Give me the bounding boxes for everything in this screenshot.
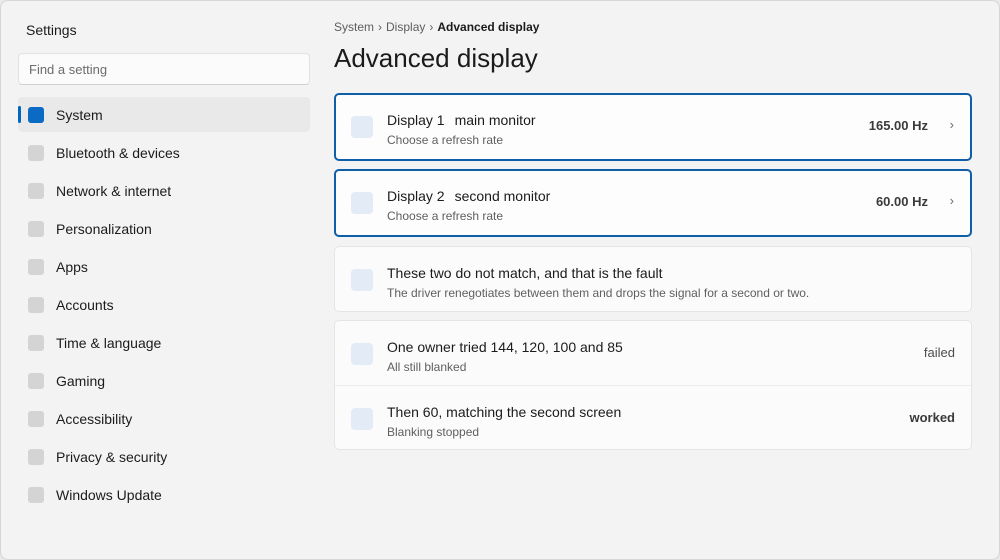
display-tag: main monitor bbox=[454, 112, 536, 128]
breadcrumb-system[interactable]: System bbox=[334, 20, 374, 34]
attempt-subtitle: All still blanked bbox=[387, 360, 467, 374]
sidebar-item-label: Time & language bbox=[56, 334, 162, 351]
display-2-card[interactable]: Display 2 second monitor Choose a refresh… bbox=[334, 169, 972, 237]
privacy-icon bbox=[28, 448, 44, 465]
sidebar: Settings System Bluetooth & devices Netw… bbox=[1, 1, 323, 559]
note-title: These two do not match, and that is the … bbox=[387, 265, 663, 281]
attempt-title: One owner tried 144, 120, 100 and 85 bbox=[387, 339, 623, 355]
breadcrumb-separator: › bbox=[378, 20, 383, 34]
attempt-subtitle: Blanking stopped bbox=[387, 425, 480, 439]
display-1-title: Display 1 main monitor bbox=[387, 112, 536, 128]
sidebar-item-gaming[interactable]: Gaming bbox=[18, 363, 310, 398]
info-icon bbox=[351, 269, 373, 291]
time-language-icon bbox=[28, 334, 44, 351]
breadcrumb-separator: › bbox=[429, 20, 434, 34]
attempt-status: failed bbox=[923, 345, 955, 360]
display-1-subtitle: Choose a refresh rate bbox=[387, 133, 504, 147]
settings-window: Settings System Bluetooth & devices Netw… bbox=[0, 0, 1000, 560]
sidebar-item-network-internet[interactable]: Network & internet bbox=[18, 173, 310, 208]
display-tag: second monitor bbox=[454, 188, 551, 204]
attempt-row: Then 60, matching the second screen Blan… bbox=[335, 385, 971, 449]
display-2-row[interactable]: Display 2 second monitor Choose a refresh… bbox=[336, 171, 970, 235]
sidebar-item-system[interactable]: System bbox=[18, 97, 310, 132]
network-icon bbox=[28, 182, 44, 199]
system-icon bbox=[28, 106, 44, 123]
search-input[interactable] bbox=[18, 53, 310, 85]
sidebar-item-label: Network & internet bbox=[56, 182, 172, 199]
display-name: Display 2 bbox=[387, 188, 445, 204]
sidebar-item-apps[interactable]: Apps bbox=[18, 249, 310, 284]
display-2-title: Display 2 second monitor bbox=[387, 188, 550, 204]
mismatch-note-card: These two do not match, and that is the … bbox=[334, 246, 972, 312]
sidebar-item-label: Accessibility bbox=[56, 410, 133, 427]
windows-update-icon bbox=[28, 486, 44, 503]
attempt-icon bbox=[351, 408, 373, 430]
sidebar-item-bluetooth-devices[interactable]: Bluetooth & devices bbox=[18, 135, 310, 170]
display-1-row[interactable]: Display 1 main monitor Choose a refresh r… bbox=[336, 95, 970, 159]
sidebar-item-accessibility[interactable]: Accessibility bbox=[18, 401, 310, 436]
sidebar-item-label: Bluetooth & devices bbox=[56, 144, 180, 161]
mismatch-note-row: These two do not match, and that is the … bbox=[335, 247, 971, 311]
sidebar-nav: System Bluetooth & devices Network & int… bbox=[18, 97, 310, 515]
sidebar-item-label: Accounts bbox=[56, 296, 114, 313]
display-1-refresh-rate: 165.00 Hz bbox=[868, 118, 928, 133]
breadcrumb-current: Advanced display bbox=[437, 20, 540, 34]
accounts-icon bbox=[28, 296, 44, 313]
sidebar-item-label: Privacy & security bbox=[56, 448, 168, 465]
personalization-icon bbox=[28, 220, 44, 237]
page-title: Advanced display bbox=[334, 43, 538, 73]
bluetooth-icon bbox=[28, 144, 44, 161]
attempts-card: One owner tried 144, 120, 100 and 85 All… bbox=[334, 320, 972, 450]
sidebar-item-label: Windows Update bbox=[56, 486, 162, 503]
sidebar-item-label: System bbox=[56, 106, 103, 123]
sidebar-item-time-language[interactable]: Time & language bbox=[18, 325, 310, 360]
sidebar-item-accounts[interactable]: Accounts bbox=[18, 287, 310, 322]
sidebar-item-label: Gaming bbox=[56, 372, 106, 389]
display-2-subtitle: Choose a refresh rate bbox=[387, 209, 504, 223]
gaming-icon bbox=[28, 372, 44, 389]
monitor-icon bbox=[351, 116, 373, 138]
attempt-title: Then 60, matching the second screen bbox=[387, 404, 622, 420]
attempt-icon bbox=[351, 343, 373, 365]
sidebar-item-privacy-security[interactable]: Privacy & security bbox=[18, 439, 310, 474]
sidebar-item-personalization[interactable]: Personalization bbox=[18, 211, 310, 246]
display-name: Display 1 bbox=[387, 112, 445, 128]
display-2-refresh-rate: 60.00 Hz bbox=[875, 194, 928, 209]
chevron-right-icon: › bbox=[949, 193, 954, 208]
monitor-icon bbox=[351, 192, 373, 214]
sidebar-item-label: Apps bbox=[56, 258, 88, 275]
attempt-row: One owner tried 144, 120, 100 and 85 All… bbox=[335, 321, 971, 385]
chevron-right-icon: › bbox=[949, 117, 954, 132]
sidebar-item-windows-update[interactable]: Windows Update bbox=[18, 477, 310, 512]
app-title: Settings bbox=[26, 22, 77, 38]
note-subtitle: The driver renegotiates between them and… bbox=[387, 286, 810, 300]
sidebar-item-label: Personalization bbox=[56, 220, 152, 237]
breadcrumb: System › Display › Advanced display bbox=[334, 20, 539, 34]
display-1-card[interactable]: Display 1 main monitor Choose a refresh r… bbox=[334, 93, 972, 161]
accessibility-icon bbox=[28, 410, 44, 427]
apps-icon bbox=[28, 258, 44, 275]
attempt-status: worked bbox=[909, 410, 955, 425]
main-content: System › Display › Advanced display Advanced… bbox=[334, 1, 972, 559]
breadcrumb-display[interactable]: Display bbox=[386, 20, 425, 34]
